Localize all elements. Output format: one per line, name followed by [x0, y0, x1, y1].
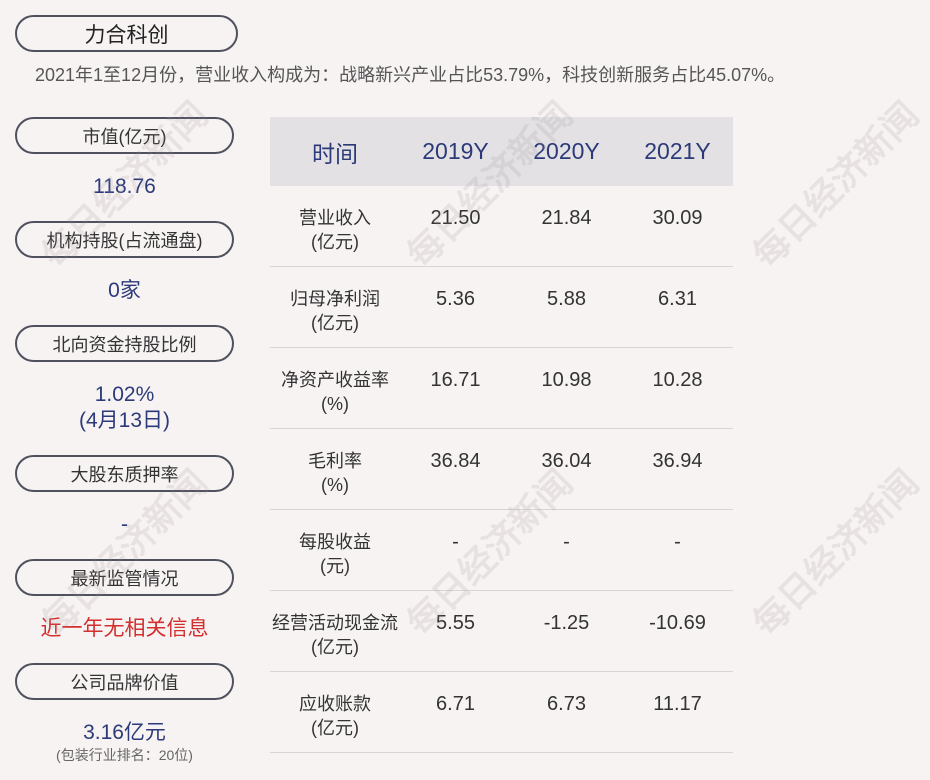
cell-2020: 36.04	[541, 450, 592, 472]
regulatory-status-label-pill: 最新监管情况	[15, 559, 234, 596]
row-label-cell: 归母净利润 (亿元)	[270, 267, 400, 347]
table-row-eps: 每股收益 (元) - - -	[270, 510, 733, 591]
cell-2020: 5.88	[547, 288, 586, 310]
cell-2021: -	[674, 531, 681, 553]
brand-value-label: 公司品牌价值	[70, 672, 179, 693]
northbound-holding-label-pill: 北向资金持股比例	[15, 325, 234, 362]
cell-2021: -10.69	[649, 612, 706, 634]
cell-2021: 11.17	[653, 693, 702, 715]
cell-2021: 10.28	[652, 369, 703, 391]
cell-2020: 10.98	[541, 369, 592, 391]
row-label-cell: 经营活动现金流 (亿元)	[270, 591, 400, 671]
watermark-text: 每日经济新闻	[744, 93, 927, 276]
pledge-ratio-value: -	[121, 513, 128, 536]
brand-value-ranking-note: (包装行业排名：20位)	[56, 747, 193, 763]
northbound-holding-value: 1.02%	[94, 383, 155, 406]
financial-table: 时间 2019Y 2020Y 2021Y 营业收入 (亿元) 21.50 21.…	[270, 117, 733, 753]
brand-value-value: 3.16亿元	[83, 721, 166, 744]
row-label-cell: 应收账款 (亿元)	[270, 672, 400, 752]
regulatory-status-value: 近一年无相关信息	[40, 617, 209, 640]
row-label: 毛利率	[308, 451, 362, 471]
cell-2021: 30.09	[652, 207, 703, 229]
revenue-composition-summary: 2021年1至12月份，营业收入构成为：战略新兴产业占比53.79%，科技创新服…	[35, 65, 786, 85]
row-label: 经营活动现金流	[272, 613, 398, 633]
header-2020: 2020Y	[533, 138, 600, 164]
row-unit: (亿元)	[311, 637, 359, 657]
cell-2019: 5.36	[436, 288, 475, 310]
row-unit: (%)	[321, 475, 349, 495]
cell-2019: 16.71	[430, 369, 481, 391]
cell-2021: 6.31	[658, 288, 697, 310]
company-name-badge: 力合科创	[15, 15, 238, 52]
row-label-cell: 净资产收益率 (%)	[270, 348, 400, 428]
cell-2020: -	[563, 531, 570, 553]
table-row-receivables: 应收账款 (亿元) 6.71 6.73 11.17	[270, 672, 733, 753]
row-label-cell: 毛利率 (%)	[270, 429, 400, 509]
row-label-cell: 每股收益 (元)	[270, 510, 400, 590]
row-unit: (元)	[320, 556, 350, 576]
row-unit: (亿元)	[311, 232, 359, 252]
row-label: 归母净利润	[290, 289, 380, 309]
northbound-holding-label: 北向资金持股比例	[52, 334, 197, 355]
header-period: 时间	[312, 140, 358, 167]
table-header-row: 时间 2019Y 2020Y 2021Y	[270, 117, 733, 186]
cell-2019: 21.50	[430, 207, 481, 229]
cell-2019: 5.55	[436, 612, 475, 634]
stock-info-card: 力合科创 2021年1至12月份，营业收入构成为：战略新兴产业占比53.79%，…	[0, 0, 930, 780]
cell-2021: 36.94	[652, 450, 703, 472]
cell-2019: 6.71	[436, 693, 475, 715]
institutional-holding-label-pill: 机构持股(占流通盘)	[15, 221, 234, 258]
market-cap-value: 118.76	[93, 175, 156, 198]
cell-2020: 6.73	[547, 693, 586, 715]
row-unit: (亿元)	[311, 718, 359, 738]
row-label: 每股收益	[299, 532, 371, 552]
market-cap-label: 市值(亿元)	[82, 126, 167, 147]
table-row-revenue: 营业收入 (亿元) 21.50 21.84 30.09	[270, 186, 733, 267]
pledge-ratio-label: 大股东质押率	[70, 464, 179, 485]
row-label-cell: 营业收入 (亿元)	[270, 186, 400, 266]
header-2019: 2019Y	[422, 138, 489, 164]
row-unit: (%)	[321, 394, 349, 414]
institutional-holding-label: 机构持股(占流通盘)	[46, 230, 203, 251]
cell-2019: -	[452, 531, 459, 553]
cell-2020: 21.84	[541, 207, 592, 229]
table-row-roe: 净资产收益率 (%) 16.71 10.98 10.28	[270, 348, 733, 429]
table-row-operating-cash-flow: 经营活动现金流 (亿元) 5.55 -1.25 -10.69	[270, 591, 733, 672]
cell-2020: -1.25	[543, 612, 590, 634]
header-2021: 2021Y	[644, 138, 711, 164]
market-cap-label-pill: 市值(亿元)	[15, 117, 234, 154]
row-unit: (亿元)	[311, 313, 359, 333]
row-label: 营业收入	[299, 208, 371, 228]
table-row-gross-margin: 毛利率 (%) 36.84 36.04 36.94	[270, 429, 733, 510]
cell-2019: 36.84	[430, 450, 481, 472]
table-row-net-profit: 归母净利润 (亿元) 5.36 5.88 6.31	[270, 267, 733, 348]
pledge-ratio-label-pill: 大股东质押率	[15, 455, 234, 492]
regulatory-status-label: 最新监管情况	[70, 568, 179, 589]
watermark-text: 每日经济新闻	[744, 461, 927, 644]
institutional-holding-value: 0家	[108, 279, 141, 302]
brand-value-label-pill: 公司品牌价值	[15, 663, 234, 700]
row-label: 净资产收益率	[281, 370, 389, 390]
northbound-holding-date: (4月13日)	[78, 409, 171, 432]
company-name: 力合科创	[84, 23, 169, 47]
row-label: 应收账款	[299, 694, 371, 714]
